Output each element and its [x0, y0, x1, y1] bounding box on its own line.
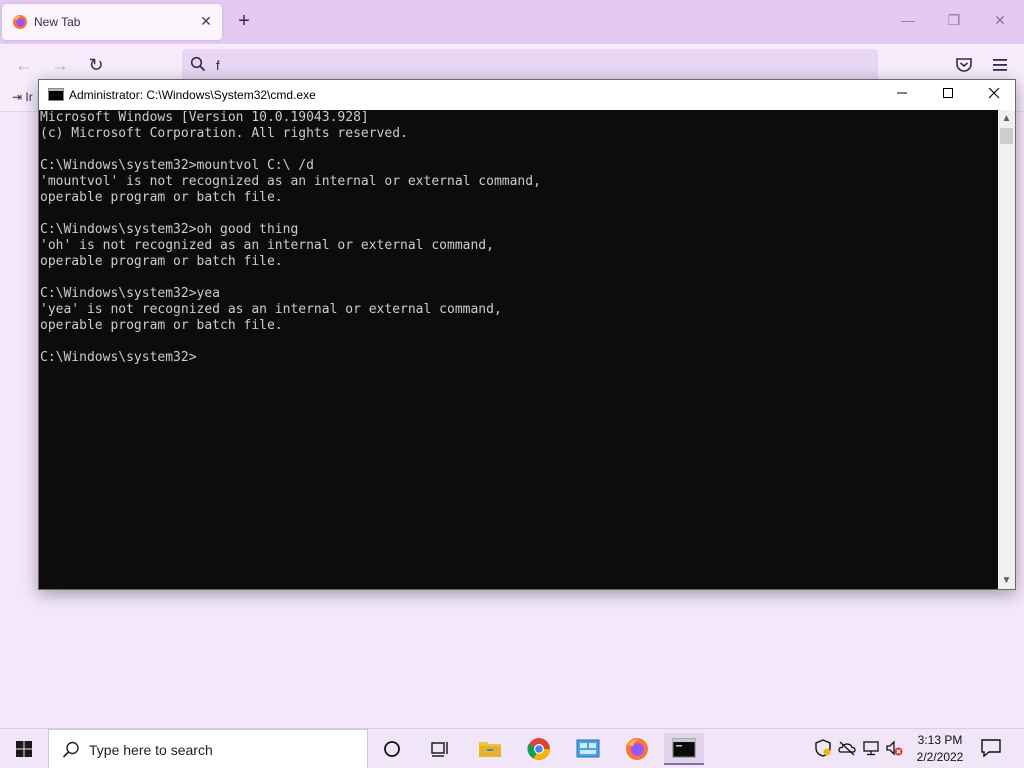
console-line: Microsoft Windows [Version 10.0.19043.92… — [40, 110, 369, 125]
network-icon[interactable] — [862, 739, 880, 757]
cmd-title-bar[interactable]: Administrator: C:\Windows\System32\cmd.e… — [39, 80, 1015, 110]
volume-muted-icon[interactable] — [885, 739, 903, 757]
new-tab-button[interactable]: + — [234, 11, 254, 31]
start-button[interactable] — [0, 729, 48, 768]
firefox-taskbar-icon[interactable] — [617, 733, 657, 765]
console-line: operable program or batch file. — [40, 318, 283, 333]
scroll-thumb[interactable] — [1000, 128, 1013, 144]
console-line: C:\Windows\system32>yea — [40, 286, 221, 301]
import-icon: ⇥ — [12, 90, 23, 104]
reload-button[interactable]: ↻ — [85, 54, 107, 76]
taskbar: Type here to search 3:13 PM 2/2/2022 — [0, 728, 1024, 768]
windows-icon — [16, 741, 32, 757]
minimize-icon[interactable]: — — [898, 10, 918, 30]
search-icon — [190, 56, 206, 72]
address-bar[interactable]: f — [182, 49, 878, 81]
close-tab-icon[interactable]: ✕ — [198, 12, 214, 30]
console-line: C:\Windows\system32>oh good thing — [40, 222, 299, 237]
search-icon — [62, 741, 79, 758]
chrome-icon[interactable] — [519, 733, 559, 765]
search-placeholder: Type here to search — [89, 742, 213, 758]
import-label: Ir — [25, 90, 33, 104]
console-line: operable program or batch file. — [40, 190, 283, 205]
menu-icon[interactable] — [991, 56, 1009, 74]
security-shield-icon[interactable] — [814, 739, 832, 757]
console-line: C:\Windows\system32>mountvol C:\ /d — [40, 158, 314, 173]
cmd-close-icon[interactable] — [971, 80, 1017, 110]
tab-new-tab[interactable]: New Tab ✕ — [2, 4, 222, 40]
notifications-icon[interactable] — [980, 738, 1002, 758]
console-line: 'oh' is not recognized as an internal or… — [40, 238, 494, 253]
task-view-icon[interactable] — [420, 733, 460, 765]
console-output[interactable]: Microsoft Windows [Version 10.0.19043.92… — [39, 110, 1000, 589]
close-window-icon[interactable]: ✕ — [990, 10, 1010, 30]
file-explorer-icon[interactable] — [470, 733, 510, 765]
cortana-icon[interactable] — [372, 733, 412, 765]
clock-date: 2/2/2022 — [916, 750, 964, 764]
cmd-window: Administrator: C:\Windows\System32\cmd.e… — [38, 79, 1016, 590]
console-line: 'yea' is not recognized as an internal o… — [40, 302, 502, 317]
console-line: 'mountvol' is not recognized as an inter… — [40, 174, 541, 189]
browser-tab-strip: New Tab ✕ + — ❐ ✕ — [0, 0, 1024, 44]
cmd-maximize-icon[interactable] — [925, 80, 971, 110]
cmd-taskbar-icon[interactable] — [664, 733, 704, 765]
console-prompt-line[interactable]: C:\Windows\system32> — [40, 350, 1000, 366]
taskbar-search-box[interactable]: Type here to search — [48, 729, 368, 768]
control-panel-icon[interactable] — [568, 733, 608, 765]
cmd-minimize-icon[interactable] — [879, 80, 925, 110]
tab-title: New Tab — [34, 15, 81, 29]
cmd-scrollbar[interactable]: ▲ ▼ — [998, 110, 1015, 589]
system-clock[interactable]: 3:13 PM 2/2/2022 — [906, 732, 974, 766]
console-line: operable program or batch file. — [40, 254, 283, 269]
import-bookmarks-item[interactable]: ⇥ Ir — [12, 90, 33, 104]
back-button[interactable]: ← — [13, 54, 35, 76]
restore-icon[interactable]: ❐ — [944, 10, 964, 30]
firefox-icon — [13, 15, 27, 29]
onedrive-offline-icon[interactable] — [838, 739, 856, 757]
cmd-app-icon — [48, 88, 64, 101]
scroll-down-icon[interactable]: ▼ — [998, 572, 1015, 589]
cmd-window-title: Administrator: C:\Windows\System32\cmd.e… — [69, 88, 316, 102]
address-input-value[interactable]: f — [216, 58, 220, 73]
navigation-bar: ← → ↻ f — [0, 44, 1024, 84]
console-line: (c) Microsoft Corporation. All rights re… — [40, 126, 408, 141]
clock-time: 3:13 PM — [917, 733, 963, 747]
forward-button[interactable]: → — [49, 54, 71, 76]
scroll-up-icon[interactable]: ▲ — [998, 110, 1015, 127]
pocket-icon[interactable] — [955, 56, 973, 74]
